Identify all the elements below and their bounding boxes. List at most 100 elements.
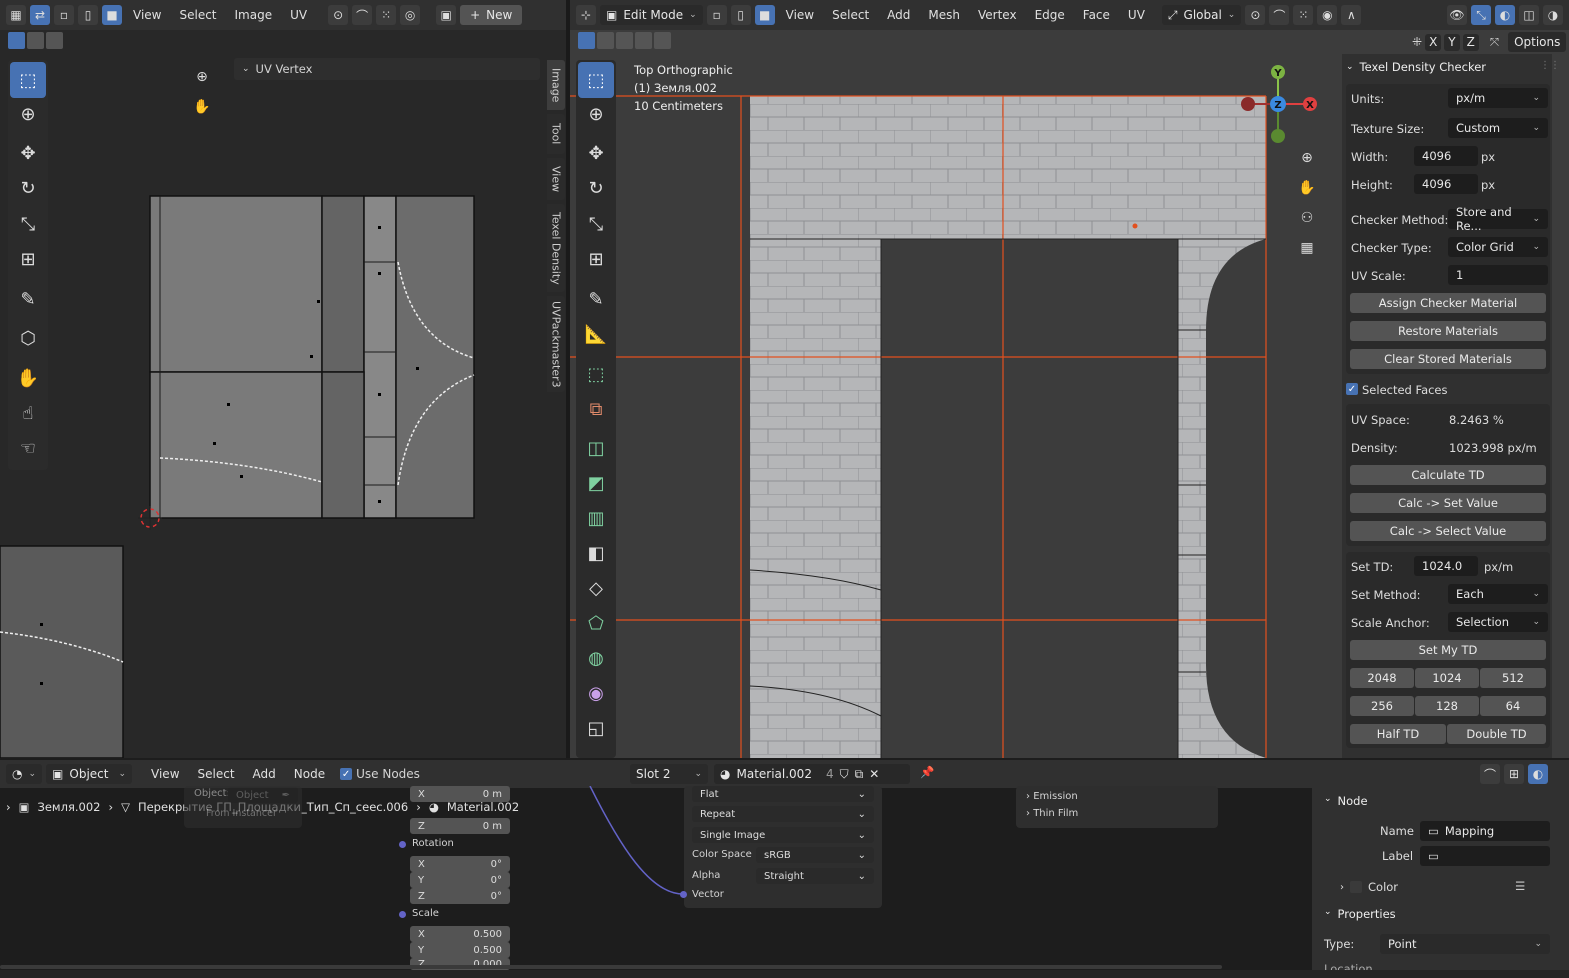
preset-512-button[interactable]: 512 (1480, 668, 1546, 688)
vp-transform-tool-icon[interactable]: ⊞ (578, 241, 614, 277)
node-editor-type[interactable]: ◔ ⌄ (6, 764, 43, 784)
bsdf-node[interactable]: › Emission › Thin Film (1016, 786, 1218, 828)
assign-checker-button[interactable]: Assign Checker Material (1350, 293, 1546, 313)
texcoord-node[interactable]: Object: Object ✒ From Instancer (184, 786, 302, 828)
tab-texel-density[interactable]: Texel Density (547, 204, 565, 292)
vp-smooth-tool-icon[interactable]: ◍ (578, 640, 614, 676)
vp-measure-tool-icon[interactable]: 📐 (578, 316, 614, 352)
selected-faces-checkbox[interactable]: ✓ (1346, 383, 1358, 395)
node-snap-target-icon[interactable]: ⊞ (1504, 764, 1524, 784)
tab-uvpackmaster[interactable]: UVPackmaster3 (547, 296, 565, 392)
preset-128-button[interactable]: 128 (1415, 696, 1479, 716)
material-selector[interactable]: ◕ Material.002 4 ⛉ ⧉ ✕ (714, 764, 910, 784)
vp-ortho-grid-icon[interactable]: ▦ (1292, 233, 1322, 263)
location-z-field[interactable]: Z0 m (410, 818, 510, 834)
rotation-socket[interactable] (399, 841, 406, 848)
eyedropper-icon[interactable]: ✒ (282, 790, 290, 801)
texel-panel-header[interactable]: ⌄ Texel Density Checker (1346, 60, 1486, 74)
texture-size-dropdown[interactable]: Custom ⌄ (1448, 118, 1548, 138)
panel-grip-icon[interactable]: ⋮⋮ (1540, 60, 1560, 71)
vp-shear-tool-icon[interactable]: ◱ (578, 710, 614, 746)
clear-materials-button[interactable]: Clear Stored Materials (1350, 349, 1546, 369)
vp-select-tool-icon[interactable]: ⬚ (578, 62, 614, 98)
source-dropdown[interactable]: Single Image ⌄ (692, 827, 874, 843)
alpha-dropdown[interactable]: Straight ⌄ (756, 868, 874, 884)
slot-dropdown[interactable]: Slot 2 ⌄ (630, 764, 708, 784)
vp-pan-icon[interactable]: ✋ (1292, 173, 1322, 203)
calculate-td-button[interactable]: Calculate TD (1350, 465, 1546, 485)
vp-move-tool-icon[interactable]: ✥ (578, 135, 614, 171)
tab-image[interactable]: Image (547, 60, 565, 110)
vp-zoom-icon[interactable]: ⊕ (1292, 143, 1322, 173)
thin-film-item[interactable]: › Thin Film (1026, 808, 1078, 819)
pin-icon[interactable]: 📌 (920, 765, 934, 779)
node-menu-view[interactable]: View (144, 767, 186, 781)
scale-y-field[interactable]: Y 0.500 (410, 942, 510, 958)
checker-method-dropdown[interactable]: Store and Re... ⌄ (1448, 205, 1548, 233)
scale-x-field[interactable]: X 0.500 (410, 926, 510, 942)
tab-tool[interactable]: Tool (547, 114, 565, 154)
scale-socket[interactable] (399, 911, 406, 918)
fake-user-icon[interactable]: ⛉ (840, 767, 849, 782)
vp-knife-tool-icon[interactable]: ◧ (578, 535, 614, 571)
preset-1024-button[interactable]: 1024 (1415, 668, 1479, 688)
node-section-header[interactable]: ⌄ Node (1324, 794, 1368, 808)
uv-islands[interactable] (0, 0, 540, 758)
node-overlay-icon[interactable]: ◐ (1528, 764, 1548, 784)
properties-section-header[interactable]: ⌄ Properties (1324, 907, 1396, 921)
units-dropdown[interactable]: px/m ⌄ (1448, 88, 1548, 108)
rotation-y-field[interactable]: Y 0° (410, 872, 510, 888)
checker-type-dropdown[interactable]: Color Grid ⌄ (1448, 237, 1548, 257)
preset-2048-button[interactable]: 2048 (1350, 668, 1414, 688)
texcoord-object-field[interactable]: Object ✒ (228, 787, 298, 803)
emission-item[interactable]: › Emission (1026, 791, 1078, 802)
color-toggle-row[interactable]: › Color (1340, 880, 1398, 894)
breadcrumb-object[interactable]: Земля.002 (37, 800, 100, 814)
set-td-input[interactable]: 1024.0 (1414, 556, 1478, 576)
node-label-input[interactable]: ▭ (1420, 846, 1550, 866)
uv-scale-input[interactable]: 1 (1448, 265, 1548, 285)
vp-extrude-tool-icon[interactable]: ⧉ (578, 391, 614, 427)
vp-camera-icon[interactable]: ⚇ (1292, 203, 1322, 233)
rotation-z-field[interactable]: Z 0° (410, 888, 510, 904)
vp-rotate-tool-icon[interactable]: ↻ (578, 170, 614, 206)
vp-shrink-tool-icon[interactable]: ◉ (578, 675, 614, 711)
node-menu-node[interactable]: Node (287, 767, 332, 781)
node-scrollbar[interactable] (0, 965, 1222, 969)
restore-materials-button[interactable]: Restore Materials (1350, 321, 1546, 341)
calc-set-value-button[interactable]: Calc -> Set Value (1350, 493, 1546, 513)
color-checkbox[interactable] (1350, 881, 1362, 893)
scale-anchor-dropdown[interactable]: Selection ⌄ (1448, 612, 1548, 632)
unlink-material-icon[interactable]: ✕ (869, 767, 879, 781)
double-td-button[interactable]: Double TD (1447, 724, 1546, 744)
vp-annotate-tool-icon[interactable]: ✎ (578, 281, 614, 317)
half-td-button[interactable]: Half TD (1350, 724, 1446, 744)
node-snap-icon[interactable]: ⌒ (1480, 764, 1500, 784)
projection-dropdown[interactable]: Flat ⌄ (692, 786, 874, 802)
height-input[interactable]: 4096 (1414, 174, 1478, 194)
vector-socket[interactable] (680, 891, 687, 898)
duplicate-material-icon[interactable]: ⧉ (855, 767, 864, 782)
calc-select-value-button[interactable]: Calc -> Select Value (1350, 521, 1546, 541)
vp-loopcut-tool-icon[interactable]: ▥ (578, 500, 614, 536)
vp-add-cube-tool-icon[interactable]: ⬚ (578, 356, 614, 392)
node-menu-add[interactable]: Add (246, 767, 283, 781)
type-dropdown[interactable]: Point ⌄ (1380, 934, 1550, 954)
tab-view[interactable]: View (547, 158, 565, 200)
image-texture-node[interactable]: Flat ⌄ Repeat ⌄ Single Image ⌄ Color Space … (680, 786, 882, 908)
width-input[interactable]: 4096 (1414, 146, 1478, 166)
node-menu-select[interactable]: Select (191, 767, 242, 781)
location-x-field[interactable]: X0 m (410, 786, 510, 802)
vp-spin-tool-icon[interactable]: ⬠ (578, 605, 614, 641)
mapping-node[interactable]: X0 m Z0 m Rotation X 0° Y 0° Z 0° Scale X 0.… (399, 786, 516, 978)
node-name-input[interactable]: ▭ Mapping (1420, 821, 1550, 841)
node-header-right-icons[interactable]: ⌒ ⊞ ◐ (1480, 764, 1548, 784)
set-method-dropdown[interactable]: Each ⌄ (1448, 584, 1548, 604)
shader-type-dropdown[interactable]: ▣ Object ⌄ (46, 764, 133, 784)
extension-dropdown[interactable]: Repeat ⌄ (692, 806, 874, 822)
use-nodes-checkbox[interactable]: ✓ (340, 768, 353, 780)
set-my-td-button[interactable]: Set My TD (1350, 640, 1546, 660)
vp-bevel-tool-icon[interactable]: ◩ (578, 465, 614, 501)
vp-polybuild-tool-icon[interactable]: ◇ (578, 570, 614, 606)
vp-inset-tool-icon[interactable]: ◫ (578, 430, 614, 466)
